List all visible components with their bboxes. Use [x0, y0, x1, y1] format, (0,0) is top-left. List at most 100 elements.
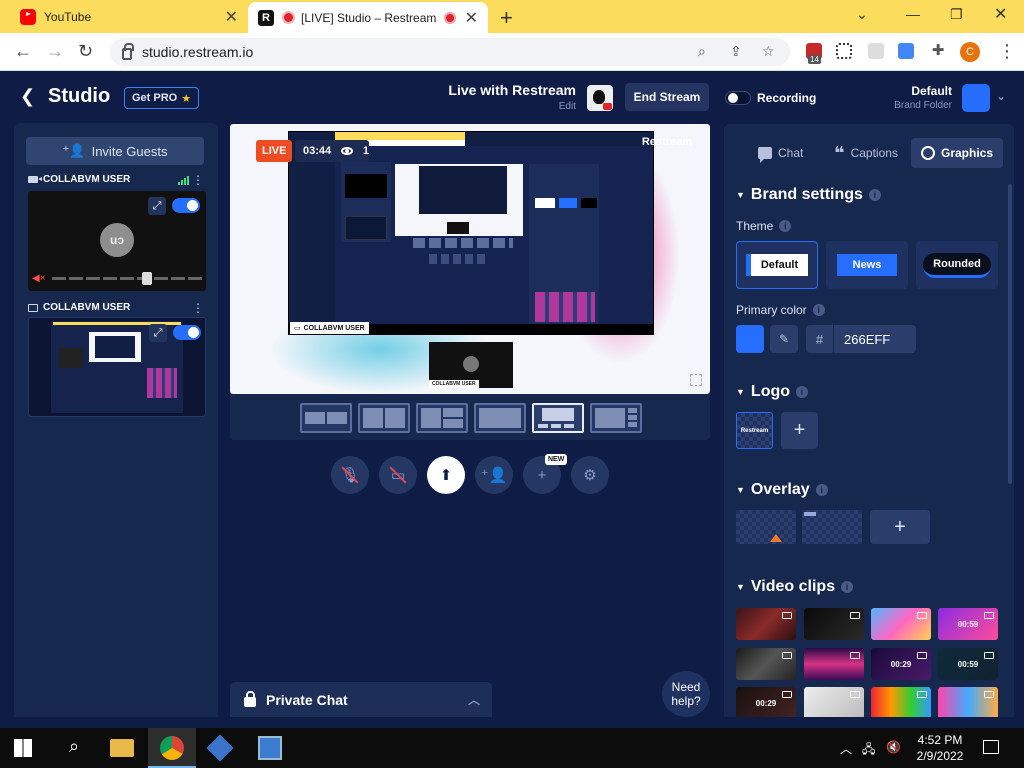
layout-option-4[interactable] — [474, 403, 526, 433]
recording-toggle[interactable] — [725, 91, 751, 105]
source-menu-kebab-icon[interactable]: ⋮ — [192, 301, 204, 315]
need-help-button[interactable]: Need help? — [662, 671, 710, 717]
volume-muted-icon[interactable]: 🔇 — [886, 740, 901, 754]
layout-option-3[interactable] — [416, 403, 468, 433]
source-visibility-toggle[interactable] — [173, 325, 201, 340]
private-chat-bar[interactable]: Private Chat ︿ — [230, 682, 492, 717]
eyedropper-icon[interactable]: ✎ — [770, 325, 798, 353]
url-bar[interactable]: studio.restream.io ⌕ ⇪ ☆ — [110, 38, 790, 66]
end-stream-button[interactable]: End Stream — [625, 83, 709, 111]
layout-option-5[interactable] — [532, 403, 584, 433]
tab-youtube[interactable]: YouTube ✕ — [8, 0, 248, 33]
tab-graphics[interactable]: Graphics — [911, 138, 1004, 168]
bookmark-star-icon[interactable]: ☆ — [762, 43, 775, 60]
video-clip[interactable] — [938, 687, 998, 717]
tray-chevron-up-icon[interactable]: ︿ — [840, 740, 852, 757]
tab-restream-studio[interactable]: R [LIVE] Studio – Restream ✕ — [248, 2, 488, 33]
expand-icon[interactable]: ⤢ — [149, 324, 167, 342]
share-icon[interactable]: ⇪ — [730, 43, 742, 60]
back-chevron-icon[interactable]: ❮ — [20, 86, 35, 107]
stage-preview[interactable]: COLLABVM USER LIVE 03:44 1 ▭ COLLABVM US… — [230, 124, 710, 394]
info-icon[interactable]: i — [815, 484, 828, 496]
tab-captions[interactable]: ❝ Captions — [824, 138, 908, 168]
speaker-muted-icon[interactable]: ◀× — [32, 273, 46, 284]
layout-option-2[interactable] — [358, 403, 410, 433]
video-clip[interactable] — [804, 608, 864, 640]
channel-avatar[interactable] — [587, 85, 613, 111]
layout-option-1[interactable] — [300, 403, 352, 433]
invite-guest-button[interactable]: ⁺👤 — [475, 456, 513, 494]
chevron-up-icon[interactable]: ︿ — [468, 691, 480, 708]
brand-settings-header[interactable]: ▼ Brand settings i — [736, 186, 881, 204]
chevron-down-icon[interactable]: ⌄ — [996, 89, 1006, 103]
notifications-icon[interactable] — [983, 740, 999, 754]
screen-share-source-preview[interactable]: ⤢ — [28, 317, 206, 417]
menu-kebab-icon[interactable]: ⋮ — [998, 41, 1016, 62]
volume-slider[interactable] — [51, 271, 202, 285]
restore-button[interactable]: ❐ — [950, 6, 963, 23]
video-clip[interactable] — [736, 648, 796, 680]
panel-scrollbar[interactable] — [1008, 184, 1012, 484]
overlay-thumbnail[interactable] — [736, 510, 796, 544]
stream-title[interactable]: Live with Restream — [400, 82, 576, 98]
video-clip[interactable]: 00:59 — [938, 608, 998, 640]
overlay-thumbnail[interactable] — [802, 510, 862, 544]
network-icon[interactable]: 🖧 — [862, 740, 875, 761]
back-arrow-icon[interactable]: ← — [14, 41, 32, 62]
reload-icon[interactable]: ↻ — [78, 41, 93, 62]
camera-off-button[interactable]: ▭ — [379, 456, 417, 494]
video-clip[interactable] — [804, 687, 864, 717]
camera-source-preview[interactable]: ⤢ uɔ ◀× — [28, 191, 206, 291]
video-clip[interactable] — [736, 608, 796, 640]
brand-name[interactable]: Default — [870, 84, 952, 98]
volume-control[interactable]: ◀× — [32, 271, 202, 285]
video-clip[interactable]: 00:29 — [736, 687, 796, 717]
logo-thumbnail[interactable]: Restream — [736, 412, 773, 449]
add-logo-button[interactable]: + — [781, 412, 818, 449]
primary-color-hex-input[interactable]: # 266EFF — [806, 325, 916, 353]
video-clip[interactable]: 00:59 — [938, 648, 998, 680]
info-icon[interactable]: i — [868, 189, 881, 201]
qr-code-icon[interactable] — [836, 43, 852, 59]
video-clip[interactable] — [804, 648, 864, 680]
video-clip[interactable] — [871, 687, 931, 717]
tab-chat[interactable]: Chat — [748, 138, 813, 168]
expand-icon[interactable]: ⤢ — [148, 197, 166, 215]
settings-button[interactable]: ⚙ — [571, 456, 609, 494]
virtualbox-icon[interactable] — [206, 734, 234, 762]
system-clock[interactable]: 4:52 PM 2/9/2022 — [900, 732, 980, 764]
extensions-puzzle-icon[interactable]: ✚ — [930, 43, 946, 59]
fullscreen-icon[interactable] — [690, 374, 702, 386]
video-clip[interactable]: 00:29 — [871, 648, 931, 680]
invite-guests-button[interactable]: ⁺👤 Invite Guests — [26, 137, 204, 165]
volume-slider-knob[interactable] — [141, 271, 152, 285]
brand-color-swatch[interactable] — [962, 84, 990, 112]
theme-option-rounded[interactable]: Rounded — [916, 241, 998, 289]
windows-start-icon[interactable] — [14, 739, 32, 757]
overlay-header[interactable]: ▼ Overlay i — [736, 481, 828, 499]
mute-microphone-button[interactable]: 🎙 — [331, 456, 369, 494]
xp-app-icon[interactable] — [258, 736, 282, 760]
logo-header[interactable]: ▼ Logo i — [736, 383, 809, 401]
info-icon[interactable]: i — [812, 304, 825, 316]
zoom-icon[interactable]: ⌕ — [698, 43, 706, 60]
profile-avatar[interactable]: C — [960, 42, 980, 62]
edit-title-link[interactable]: Edit — [400, 101, 576, 112]
close-tab-icon[interactable]: ✕ — [465, 8, 478, 28]
tab-search-icon[interactable]: ⌄ — [856, 6, 868, 23]
share-screen-button[interactable]: ⬆ — [427, 456, 465, 494]
primary-color-swatch[interactable] — [736, 325, 764, 353]
theme-option-default[interactable]: Default — [736, 241, 818, 289]
info-icon[interactable]: i — [779, 220, 792, 232]
video-clips-header[interactable]: ▼ Video clips i — [736, 578, 854, 596]
extension-blue-icon[interactable] — [898, 43, 914, 59]
info-icon[interactable]: i — [796, 386, 809, 398]
forward-arrow-icon[interactable]: → — [46, 41, 64, 62]
get-pro-button[interactable]: Get PRO ★ — [124, 87, 200, 109]
search-icon[interactable]: ⌕ — [62, 736, 86, 760]
minimize-button[interactable]: — — [906, 6, 920, 22]
video-clip[interactable] — [871, 608, 931, 640]
close-tab-icon[interactable]: ✕ — [225, 7, 238, 27]
file-explorer-icon[interactable] — [110, 739, 134, 757]
add-overlay-button[interactable]: + — [870, 510, 930, 544]
